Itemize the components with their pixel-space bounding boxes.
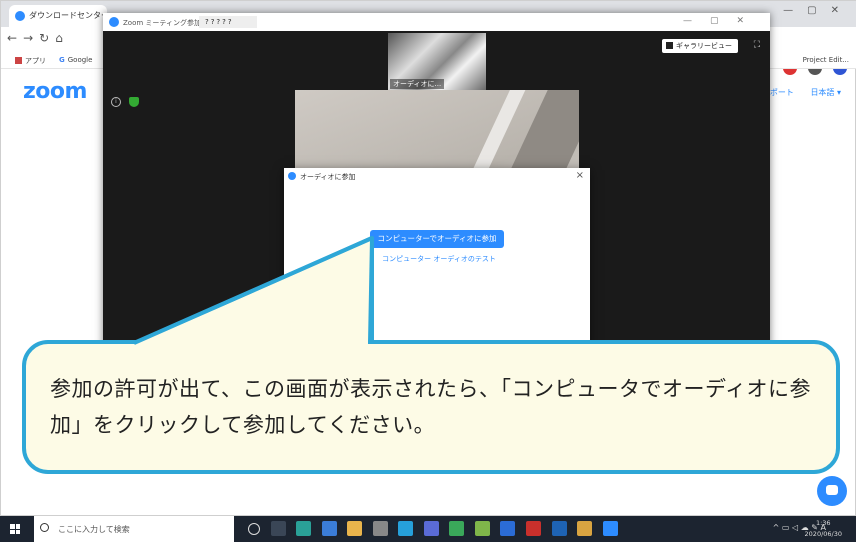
app-icon[interactable] [526, 521, 542, 536]
search-placeholder: ここに入力して検索 [58, 525, 130, 534]
windows-taskbar: ここに入力して検索 ^ ▭ ◁ ☁ ✎ A 1:36 2020/06/30 [0, 516, 856, 542]
app-icon[interactable] [321, 521, 337, 536]
search-icon [40, 523, 49, 532]
app-icon[interactable] [474, 521, 490, 536]
task-view-icon[interactable] [270, 521, 286, 536]
taskbar-search[interactable]: ここに入力して検索 [34, 516, 234, 542]
cortana-icon[interactable] [248, 522, 260, 535]
volume-icon[interactable]: ◁ [792, 523, 798, 532]
app-icon[interactable] [500, 521, 516, 536]
callout-pointer-cover [133, 236, 374, 345]
clock-time: 1:36 [815, 519, 831, 527]
clock-date: 2020/06/30 [804, 530, 842, 538]
network-icon[interactable]: ▭ [782, 523, 790, 532]
screenshot-stage: ダウンロードセンター - Zo —▢✕ ←→↻⌂ アプリ GGoogle Pro… [0, 0, 856, 542]
tray-chevron-icon[interactable]: ^ [773, 523, 780, 532]
app-icon[interactable] [423, 521, 439, 536]
calculator-icon[interactable] [372, 521, 388, 536]
windows-start-icon[interactable] [10, 524, 20, 534]
app-icon[interactable] [577, 521, 593, 536]
app-icon[interactable] [449, 521, 465, 536]
chat-button[interactable] [817, 476, 847, 506]
app-icon[interactable] [551, 521, 567, 536]
chat-bubble-icon [826, 485, 838, 495]
taskbar-apps [248, 521, 626, 537]
file-explorer-icon[interactable] [347, 521, 363, 536]
taskbar-clock[interactable]: 1:36 2020/06/30 [805, 518, 842, 540]
zoom-taskbar-icon[interactable] [602, 521, 618, 536]
edge-icon[interactable] [296, 521, 312, 536]
app-icon[interactable] [398, 521, 414, 536]
